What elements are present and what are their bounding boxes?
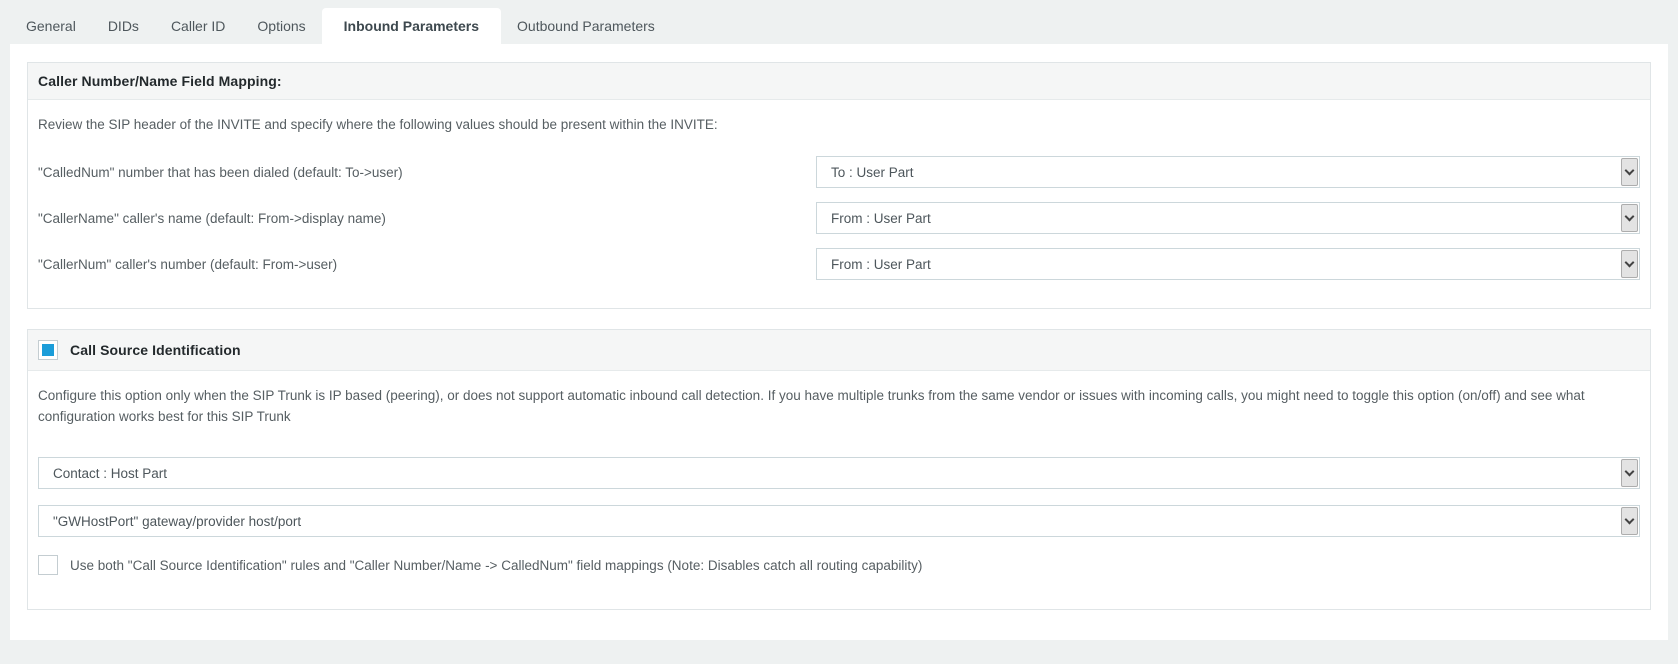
tab-bar: General DIDs Caller ID Options Inbound P… (0, 0, 1678, 44)
callednum-select-value: To : User Part (831, 165, 914, 180)
tab-options[interactable]: Options (241, 8, 321, 44)
callername-select[interactable]: From : User Part (816, 202, 1640, 234)
field-row-callednum: "CalledNum" number that has been dialed … (38, 156, 1640, 188)
callednum-select[interactable]: To : User Part (816, 156, 1640, 188)
chevron-down-icon (1621, 250, 1638, 278)
field-mapping-panel-header: Caller Number/Name Field Mapping: (28, 63, 1650, 100)
field-mapping-panel-title: Caller Number/Name Field Mapping: (38, 73, 282, 89)
call-source-panel-header: Call Source Identification (28, 330, 1650, 371)
callername-select-value: From : User Part (831, 211, 931, 226)
call-source-description: Configure this option only when the SIP … (38, 371, 1640, 427)
chevron-down-icon (1621, 459, 1638, 487)
chevron-down-icon (1621, 507, 1638, 535)
tab-dids[interactable]: DIDs (92, 8, 155, 44)
gwhostport-select-value: "GWHostPort" gateway/provider host/port (53, 514, 301, 529)
tab-caller-id[interactable]: Caller ID (155, 8, 241, 44)
field-row-callername: "CallerName" caller's name (default: Fro… (38, 202, 1640, 234)
call-source-panel: Call Source Identification Configure thi… (27, 329, 1651, 610)
use-both-checkbox[interactable] (38, 555, 58, 575)
use-both-label: Use both "Call Source Identification" ru… (70, 558, 922, 573)
content-card: Caller Number/Name Field Mapping: Review… (10, 44, 1668, 640)
contact-host-select[interactable]: Contact : Host Part (38, 457, 1640, 489)
field-row-callernum: "CallerNum" caller's number (default: Fr… (38, 248, 1640, 280)
chevron-down-icon (1621, 204, 1638, 232)
chevron-down-icon (1621, 158, 1638, 186)
callernum-select[interactable]: From : User Part (816, 248, 1640, 280)
contact-host-select-value: Contact : Host Part (53, 466, 167, 481)
tab-inbound-parameters[interactable]: Inbound Parameters (322, 8, 501, 44)
call-source-panel-title: Call Source Identification (70, 342, 241, 358)
call-source-enabled-checkbox[interactable] (38, 340, 58, 360)
field-mapping-description: Review the SIP header of the INVITE and … (38, 100, 1640, 134)
field-mapping-panel: Caller Number/Name Field Mapping: Review… (27, 62, 1651, 309)
tab-general[interactable]: General (10, 8, 92, 44)
callernum-select-value: From : User Part (831, 257, 931, 272)
tab-outbound-parameters[interactable]: Outbound Parameters (501, 8, 671, 44)
gwhostport-select[interactable]: "GWHostPort" gateway/provider host/port (38, 505, 1640, 537)
use-both-row: Use both "Call Source Identification" ru… (38, 555, 1640, 609)
callernum-label: "CallerNum" caller's number (default: Fr… (38, 257, 816, 272)
callednum-label: "CalledNum" number that has been dialed … (38, 165, 816, 180)
callername-label: "CallerName" caller's name (default: Fro… (38, 211, 816, 226)
